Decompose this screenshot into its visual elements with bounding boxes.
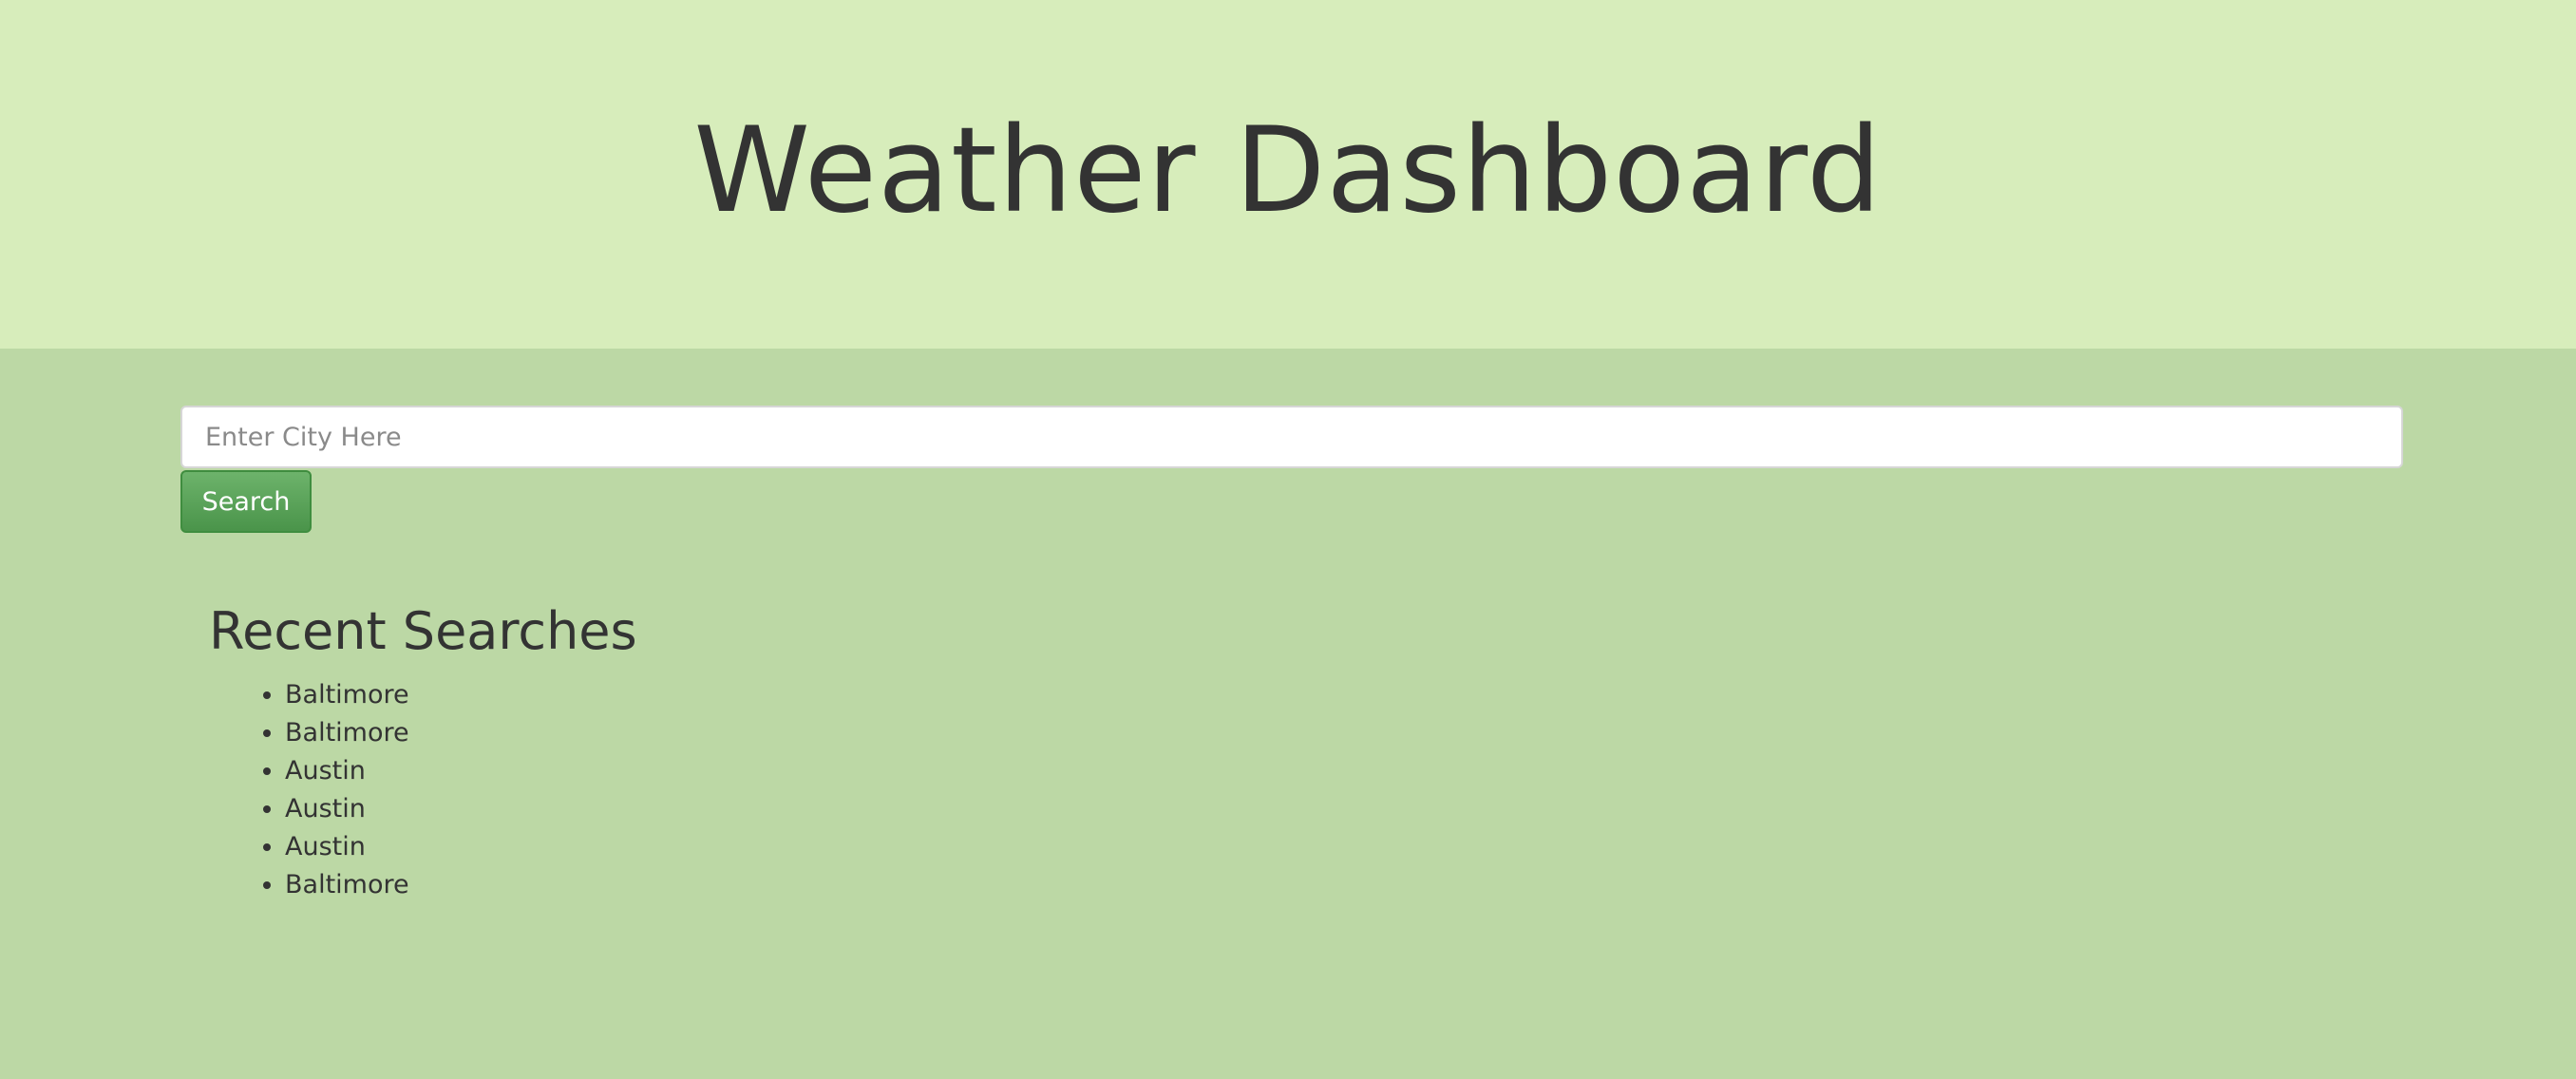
- page-header: Weather Dashboard: [0, 0, 2576, 349]
- recent-search-item[interactable]: Austin: [285, 828, 637, 866]
- recent-searches-heading: Recent Searches: [209, 601, 637, 661]
- search-button[interactable]: Search: [180, 470, 312, 533]
- recent-searches-list: Baltimore Baltimore Austin Austin Austin…: [209, 676, 637, 904]
- recent-search-item[interactable]: Baltimore: [285, 714, 637, 752]
- city-search-input[interactable]: [180, 406, 2403, 468]
- recent-searches-section: Recent Searches Baltimore Baltimore Aust…: [209, 603, 637, 904]
- recent-search-item[interactable]: Baltimore: [285, 866, 637, 904]
- recent-search-item[interactable]: Austin: [285, 790, 637, 828]
- page-title: Weather Dashboard: [693, 102, 1883, 239]
- recent-search-item[interactable]: Baltimore: [285, 676, 637, 714]
- main-content: Search Recent Searches Baltimore Baltimo…: [0, 349, 2576, 1079]
- recent-search-item[interactable]: Austin: [285, 752, 637, 790]
